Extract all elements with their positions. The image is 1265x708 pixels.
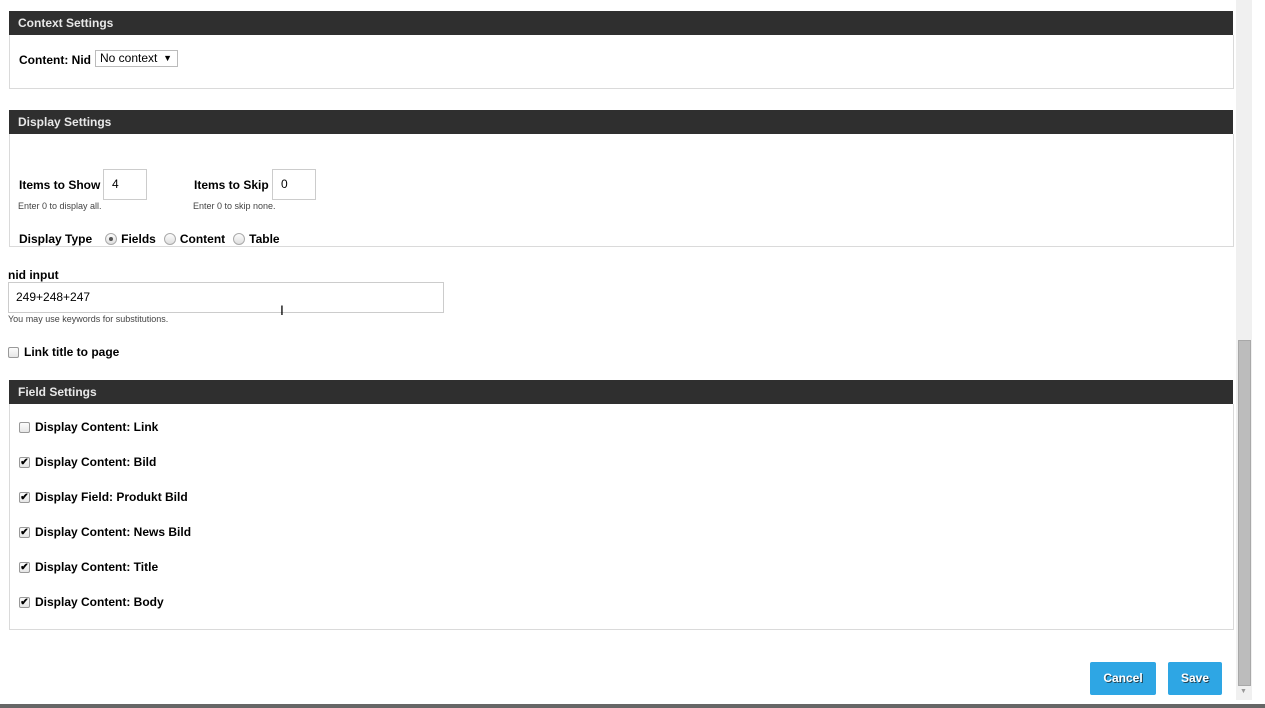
content-nid-label: Content: Nid (19, 53, 91, 67)
field-label[interactable]: Display Content: Bild (35, 455, 156, 469)
text-cursor-icon: I (280, 302, 284, 318)
radio-content[interactable] (163, 233, 176, 245)
context-select[interactable]: No context ▼ (95, 50, 178, 67)
field-setting-item[interactable]: ✔ Display Content: Title (19, 560, 158, 574)
items-to-show-help: Enter 0 to display all. (18, 201, 102, 211)
field-setting-item[interactable]: ✔ Display Content: Bild (19, 455, 156, 469)
scrollbar-thumb[interactable] (1238, 340, 1251, 686)
field-setting-item[interactable]: ✔ Display Field: Produkt Bild (19, 490, 188, 504)
scroll-down-arrow-icon[interactable]: ▼ (1240, 688, 1247, 695)
field-label[interactable]: Display Content: Body (35, 595, 164, 609)
context-settings-header: Context Settings (9, 11, 1233, 35)
display-settings-panel (9, 134, 1234, 247)
scrollbar[interactable]: ▼ (1236, 0, 1252, 700)
display-type-label: Display Type (19, 232, 93, 246)
field-setting-item[interactable]: Display Content: Link (19, 420, 158, 434)
display-settings-header: Display Settings (9, 110, 1233, 134)
field-checkbox[interactable]: ✔ (19, 491, 30, 503)
link-title-label[interactable]: Link title to page (24, 345, 119, 359)
radio-table-label[interactable]: Table (249, 232, 279, 246)
field-settings-header: Field Settings (9, 380, 1233, 404)
items-to-show-input[interactable]: 4 (103, 169, 147, 200)
field-checkbox[interactable]: ✔ (19, 526, 30, 538)
field-label[interactable]: Display Content: Title (35, 560, 158, 574)
field-settings-panel (9, 404, 1234, 630)
items-to-skip-label: Items to Skip (194, 178, 269, 192)
field-checkbox[interactable] (19, 421, 30, 433)
cancel-button[interactable]: Cancel (1090, 662, 1156, 695)
nid-input[interactable]: 249+248+247 (8, 282, 444, 313)
field-checkbox[interactable]: ✔ (19, 561, 30, 573)
field-label[interactable]: Display Content: News Bild (35, 525, 191, 539)
radio-fields-label[interactable]: Fields (121, 232, 156, 246)
nid-input-label: nid input (8, 268, 59, 282)
radio-fields[interactable] (105, 233, 118, 245)
field-checkbox[interactable]: ✔ (19, 596, 30, 608)
radio-table[interactable] (233, 233, 246, 245)
context-settings-panel (9, 35, 1234, 89)
field-setting-item[interactable]: ✔ Display Content: Body (19, 595, 164, 609)
link-title-checkbox[interactable] (8, 346, 19, 358)
items-to-skip-input[interactable]: 0 (272, 169, 316, 200)
nid-input-help: You may use keywords for substitutions. (8, 314, 169, 324)
context-select-value: No context (100, 51, 158, 65)
field-label[interactable]: Display Content: Link (35, 420, 158, 434)
items-to-show-label: Items to Show (19, 178, 101, 192)
field-checkbox[interactable]: ✔ (19, 456, 30, 468)
field-label[interactable]: Display Field: Produkt Bild (35, 490, 188, 504)
bottom-bar (0, 704, 1265, 708)
save-button[interactable]: Save (1168, 662, 1222, 695)
chevron-down-icon: ▼ (163, 53, 172, 63)
radio-content-label[interactable]: Content (180, 232, 225, 246)
items-to-skip-help: Enter 0 to skip none. (193, 201, 276, 211)
field-setting-item[interactable]: ✔ Display Content: News Bild (19, 525, 191, 539)
